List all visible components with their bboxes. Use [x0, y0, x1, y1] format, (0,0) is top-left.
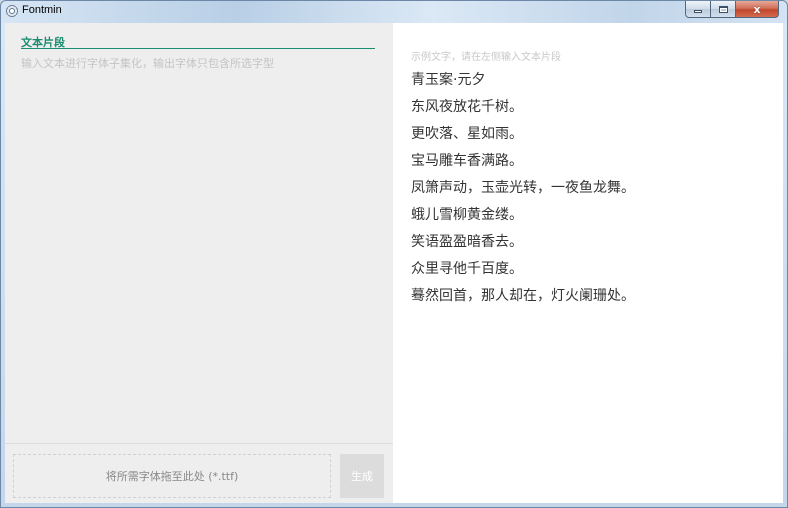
minimize-icon	[694, 10, 702, 13]
preview-line: 众里寻他千百度。	[411, 261, 523, 277]
drop-zone-label: 将所需字体拖至此处 (*.ttf)	[105, 470, 239, 483]
maximize-button[interactable]	[711, 1, 736, 18]
font-drop-zone[interactable]: 将所需字体拖至此处 (*.ttf)	[13, 454, 331, 498]
window-title: Fontmin	[22, 4, 62, 16]
tab-underline	[21, 48, 375, 49]
preview-line: 蛾儿雪柳黄金缕。	[411, 207, 523, 223]
close-button[interactable]: x	[736, 1, 779, 18]
text-input-panel: 文本片段 将所需字体拖至此处 (*.ttf) 生成	[5, 23, 393, 503]
text-snippet-input[interactable]	[21, 55, 377, 435]
preview-text: 青玉案·元夕 东风夜放花千树。 更吹落、星如雨。 宝马雕车香满路。 凤箫声动，玉…	[411, 67, 777, 310]
generate-button[interactable]: 生成	[340, 454, 384, 498]
preview-line: 宝马雕车香满路。	[411, 153, 523, 169]
app-icon	[5, 4, 19, 18]
preview-line: 蓦然回首，那人却在，灯火阑珊处。	[411, 288, 635, 304]
close-icon: x	[753, 2, 761, 16]
bottom-bar: 将所需字体拖至此处 (*.ttf) 生成	[5, 443, 393, 503]
app-window: Fontmin x 文本片段 将所需字体拖至此处 (*.ttf) 生成	[0, 0, 788, 508]
preview-panel: 示例文字，请在左侧输入文本片段 青玉案·元夕 东风夜放花千树。 更吹落、星如雨。…	[393, 23, 783, 503]
preview-hint: 示例文字，请在左侧输入文本片段	[411, 52, 561, 63]
preview-line: 东风夜放花千树。	[411, 99, 523, 115]
preview-line: 笑语盈盈暗香去。	[411, 234, 523, 250]
title-bar[interactable]: Fontmin x	[1, 1, 787, 23]
preview-line: 青玉案·元夕	[411, 72, 486, 88]
window-controls: x	[685, 1, 779, 18]
preview-line: 更吹落、星如雨。	[411, 126, 523, 142]
minimize-button[interactable]	[685, 1, 711, 18]
maximize-icon	[718, 5, 728, 13]
client-area: 文本片段 将所需字体拖至此处 (*.ttf) 生成 示例文字，请在左侧输入文本片…	[5, 23, 783, 503]
preview-line: 凤箫声动，玉壶光转，一夜鱼龙舞。	[411, 180, 635, 196]
